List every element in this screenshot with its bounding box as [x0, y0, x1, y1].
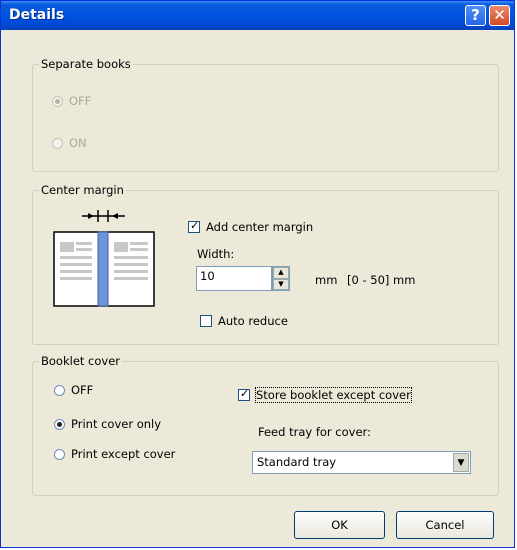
separate-books-off-radio[interactable]: OFF [52, 94, 91, 108]
feed-tray-label: Feed tray for cover: [258, 425, 371, 439]
details-dialog: Details ? ✕ Separate books OFF ON Center… [0, 0, 515, 548]
dialog-title: Details [9, 7, 65, 23]
width-label: Width: [197, 247, 235, 261]
radio-selected-icon [54, 418, 65, 430]
radio-unselected-icon [52, 137, 63, 149]
radio-label: ON [69, 136, 87, 150]
width-unit: mm [315, 273, 338, 287]
booklet-cover-print-cover-only-radio[interactable]: Print cover only [54, 417, 161, 431]
booklet-center-margin-icon [53, 210, 155, 307]
booklet-cover-group: Booklet cover OFF Print cover only Print… [32, 354, 499, 496]
radio-label: OFF [69, 94, 92, 108]
cancel-button[interactable]: Cancel [396, 511, 494, 539]
booklet-cover-legend: Booklet cover [39, 354, 123, 368]
ok-button[interactable]: OK [294, 511, 385, 539]
auto-reduce-checkbox[interactable]: Auto reduce [200, 314, 288, 328]
width-input[interactable]: 10 [196, 266, 272, 291]
checkbox-label: Store booklet except cover [255, 387, 412, 403]
booklet-cover-off-radio[interactable]: OFF [54, 383, 93, 397]
center-margin-group: Center margin Add center margin Width: 1… [32, 183, 499, 345]
separate-books-legend: Separate books [39, 57, 133, 71]
booklet-cover-print-except-cover-radio[interactable]: Print except cover [54, 447, 175, 461]
checkbox-label: Auto reduce [218, 314, 288, 328]
checkbox-unchecked-icon [200, 315, 212, 327]
radio-label: OFF [71, 383, 94, 397]
width-spinner[interactable]: ▲ ▼ [272, 266, 290, 291]
checkbox-label: Add center margin [206, 220, 314, 234]
close-icon[interactable]: ✕ [489, 5, 510, 26]
checkbox-checked-icon [188, 219, 200, 233]
center-margin-legend: Center margin [39, 183, 126, 197]
help-icon[interactable]: ? [465, 5, 486, 26]
add-center-margin-checkbox[interactable]: Add center margin [188, 219, 314, 234]
feed-tray-select[interactable]: Standard tray ▼ [252, 451, 471, 474]
spin-up-icon[interactable]: ▲ [273, 267, 289, 279]
radio-label: Print except cover [71, 447, 176, 461]
radio-unselected-icon [54, 384, 65, 396]
separate-books-group: Separate books OFF ON [32, 57, 499, 172]
width-range: [0 - 50] mm [347, 273, 416, 287]
spin-down-icon[interactable]: ▼ [273, 278, 289, 290]
store-booklet-except-cover-checkbox[interactable]: Store booklet except cover [238, 387, 412, 403]
radio-label: Print cover only [71, 417, 162, 431]
checkbox-checked-icon [238, 387, 250, 401]
chevron-down-icon[interactable]: ▼ [453, 453, 469, 472]
feed-tray-value: Standard tray [257, 455, 337, 469]
radio-unselected-icon [54, 448, 65, 460]
title-bar: Details ? ✕ [1, 1, 514, 30]
radio-selected-icon [52, 95, 63, 107]
separate-books-on-radio[interactable]: ON [52, 136, 87, 150]
